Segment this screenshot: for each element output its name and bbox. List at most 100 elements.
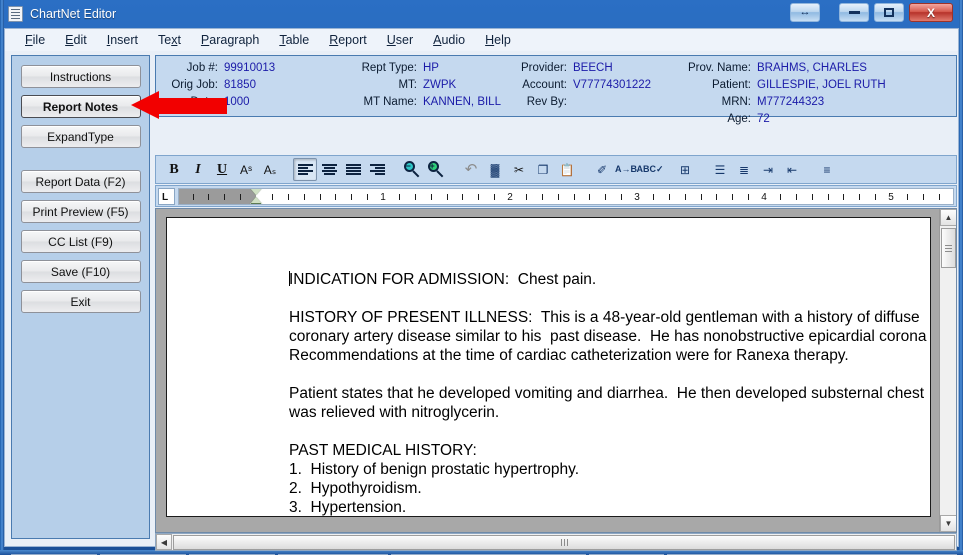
menu-item-report[interactable]: Report (319, 31, 377, 49)
toolbar-button-subscript[interactable]: Aₛ (258, 158, 282, 181)
toolbar-button-underline[interactable]: U (210, 158, 234, 181)
toolbar-button-zoom-out[interactable]: − (400, 158, 424, 181)
sidebar-button-exit[interactable]: Exit (20, 290, 141, 313)
toolbar-button-page-setup[interactable]: ≡ (815, 158, 839, 181)
toolbar-button-italic[interactable]: I (186, 158, 210, 181)
scroll-left-arrow-icon[interactable]: ◀ (156, 534, 172, 550)
ruler-tick (367, 193, 369, 200)
header-field-row: Age: 72 (671, 112, 941, 127)
toolbar-button-zoom-in[interactable]: + (424, 158, 448, 181)
document-line[interactable]: Patient states that he developed vomitin… (289, 384, 930, 403)
header-field-row: Patient: GILLESPIE, JOEL RUTH (671, 78, 941, 93)
vertical-scroll-thumb[interactable] (941, 228, 956, 268)
ruler-indent-marker[interactable] (250, 188, 262, 204)
sidebar-button-report-notes[interactable]: Report Notes (20, 95, 141, 118)
report-text-content[interactable]: INDICATION FOR ADMISSION: Chest pain. HI… (289, 270, 930, 516)
title-bar[interactable]: ChartNet Editor ↔ X (0, 0, 963, 28)
document-viewport[interactable]: INDICATION FOR ADMISSION: Chest pain. HI… (155, 208, 957, 533)
toolbar-button-numbered-list[interactable]: ≣ (732, 158, 756, 181)
toolbar-button-superscript[interactable]: Aˢ (234, 158, 258, 181)
document-page[interactable]: INDICATION FOR ADMISSION: Chest pain. HI… (166, 217, 931, 517)
ruler-strip[interactable]: 1 2 3 4 5 (178, 187, 954, 205)
sidebar-button-cc-list-f9[interactable]: CC List (F9) (20, 230, 141, 253)
toolbar-button-align-justify[interactable] (341, 158, 365, 181)
menu-item-help[interactable]: Help (475, 31, 521, 49)
header-value-mt-name: KANNEN, BILL (423, 96, 501, 108)
ruler-tick (843, 193, 845, 200)
ruler-tick (494, 193, 496, 200)
ruler-left-margin-zone (179, 188, 256, 204)
horizontal-scrollbar[interactable]: ◀ (155, 533, 957, 551)
ruler-tick (700, 193, 702, 200)
menu-item-user[interactable]: User (377, 31, 423, 49)
toolbar-button-insert-table[interactable]: ⊞ (673, 158, 697, 181)
ruler-tick (335, 193, 337, 200)
toolbar-button-find-replace[interactable]: A→B (614, 158, 638, 181)
toolbar-button-bold[interactable]: B (162, 158, 186, 181)
toolbar-button-align-left[interactable] (293, 158, 317, 181)
menu-item-paragraph[interactable]: Paragraph (191, 31, 269, 49)
minimize-button[interactable] (839, 3, 869, 22)
align-left-icon (297, 164, 313, 175)
document-line[interactable]: Recommendations at the time of cardiac c… (289, 346, 930, 365)
header-label-date: Date: (190, 96, 219, 108)
menu-item-file[interactable]: File (15, 31, 55, 49)
header-label-prov-name: Prov. Name: (687, 62, 751, 74)
resize-button[interactable]: ↔ (790, 3, 820, 22)
ruler-tick (859, 193, 861, 200)
toolbar-button-align-center[interactable] (317, 158, 341, 181)
toolbar-button-align-right[interactable] (365, 158, 389, 181)
toolbar-button-copy[interactable]: ❐ (531, 158, 555, 181)
maximize-button[interactable] (874, 3, 904, 22)
page-setup-icon: ≡ (823, 162, 831, 177)
menu-item-audio[interactable]: Audio (423, 31, 475, 49)
tab-stop-selector-icon[interactable]: L (158, 187, 175, 205)
toolbar-button-bullet-list[interactable]: ☰ (708, 158, 732, 181)
document-line[interactable]: 2. Hypothyroidism. (289, 479, 930, 498)
toolbar-button-undo[interactable]: ↶ (459, 158, 483, 181)
menu-item-table[interactable]: Table (269, 31, 319, 49)
scroll-up-arrow-icon[interactable]: ▲ (940, 209, 956, 226)
header-label-mt-name: MT Name: (363, 96, 417, 108)
document-line[interactable]: INDICATION FOR ADMISSION: Chest pain. (289, 270, 930, 289)
toolbar-button-increase-indent[interactable]: ⇥ (756, 158, 780, 181)
header-label-patient: Patient: (712, 79, 751, 91)
document-line[interactable]: coronary artery disease similar to his p… (289, 327, 930, 346)
ruler-tick (605, 193, 607, 200)
toolbar-button-decrease-indent[interactable]: ⇤ (780, 158, 804, 181)
document-line[interactable]: was relieved with nitroglycerin. (289, 403, 930, 422)
horizontal-scroll-thumb[interactable] (173, 534, 955, 550)
sidebar-button-print-preview-f5[interactable]: Print Preview (F5) (20, 200, 141, 223)
toolbar-button-format-painter[interactable]: ✐ (590, 158, 614, 181)
ruler[interactable]: L 1 2 3 4 5 (155, 185, 957, 207)
toolbar-button-spellcheck[interactable]: ABC✓ (636, 158, 663, 181)
toolbar-button-cut[interactable]: ✂ (507, 158, 531, 181)
bold-icon: B (169, 161, 179, 177)
close-button[interactable]: X (909, 3, 953, 22)
document-line[interactable]: HISTORY OF PRESENT ILLNESS: This is a 48… (289, 308, 930, 327)
toolbar-button-paste[interactable]: 📋 (555, 158, 579, 181)
document-line[interactable]: PAST MEDICAL HISTORY: (289, 441, 930, 460)
sidebar-button-instructions[interactable]: Instructions (20, 65, 141, 88)
toolbar-button-format[interactable]: ▓ (483, 158, 507, 181)
ruler-tick (938, 193, 940, 200)
copy-icon: ❐ (537, 162, 549, 177)
menu-item-insert[interactable]: Insert (97, 31, 148, 49)
scroll-down-arrow-icon[interactable]: ▼ (940, 515, 956, 532)
sidebar-button-save-f10[interactable]: Save (F10) (20, 260, 141, 283)
ruler-tick (589, 193, 591, 200)
sidebar-button-expandtype[interactable]: ExpandType (20, 125, 141, 148)
header-label-account: Account: (522, 79, 567, 91)
document-line[interactable]: 1. History of benign prostatic hypertrop… (289, 460, 930, 479)
header-value-job: 99910013 (224, 62, 276, 74)
document-line[interactable]: 3. Hypertension. (289, 498, 930, 516)
vertical-scrollbar[interactable]: ▲ ▼ (939, 209, 956, 532)
format-icon: ▓ (490, 162, 500, 177)
menu-bar: File Edit Insert Text Paragraph Table Report Us… (5, 29, 958, 51)
header-value-mt: ZWPK (423, 79, 457, 91)
sidebar-button-report-data-f2[interactable]: Report Data (F2) (20, 170, 141, 193)
menu-item-edit[interactable]: Edit (55, 31, 97, 49)
menu-item-text[interactable]: Text (148, 31, 191, 49)
